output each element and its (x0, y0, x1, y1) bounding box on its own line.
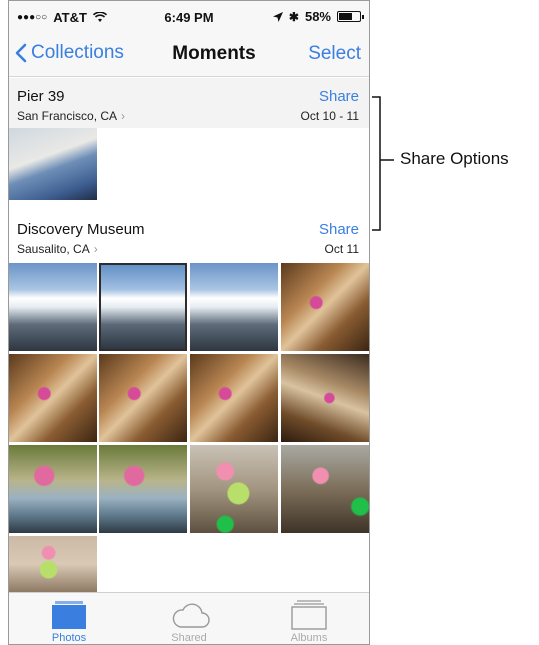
tab-label: Shared (171, 632, 207, 644)
tab-label: Albums (290, 632, 328, 644)
photo-thumbnail[interactable] (190, 354, 278, 442)
moment-location[interactable]: Sausalito, CA › (17, 242, 98, 256)
share-options-bracket (372, 96, 394, 231)
photo-thumbnail[interactable] (281, 263, 369, 351)
photo-thumbnail[interactable] (281, 445, 369, 533)
cloud-icon (172, 603, 210, 628)
moment-header-pier-39[interactable]: Pier 39 San Francisco, CA › Share Oct 10 … (9, 78, 369, 128)
bluetooth-icon: ✱ (288, 9, 299, 24)
photo-thumbnail[interactable] (190, 445, 278, 533)
chevron-right-icon: › (121, 109, 126, 123)
moment-header-discovery-museum[interactable]: Discovery Museum Sausalito, CA › Share Oc… (9, 211, 369, 261)
chevron-right-icon: › (93, 242, 98, 256)
tab-albums[interactable]: Albums (249, 593, 369, 644)
battery-percent: 58% (304, 9, 331, 24)
photo-thumbnail[interactable] (9, 128, 97, 200)
photo-thumbnail[interactable] (99, 445, 187, 533)
moment-location-text: San Francisco, CA (17, 109, 118, 123)
photo-thumbnail[interactable] (190, 263, 278, 351)
battery-fill (339, 13, 352, 20)
photo-thumbnail[interactable] (281, 354, 369, 442)
select-button[interactable]: Select (308, 43, 361, 65)
phone-screen: ●●●○○ AT&T 6:49 PM ✱ 58% Collections Mom… (8, 0, 370, 645)
photo-thumbnail[interactable] (9, 536, 97, 592)
moment-date: Oct 11 (324, 242, 359, 256)
share-button[interactable]: Share (319, 221, 359, 238)
status-right: ✱ 58% (272, 9, 364, 24)
albums-icon (291, 600, 327, 630)
photo-thumbnail[interactable] (9, 445, 97, 533)
battery-icon (337, 11, 364, 22)
location-arrow-icon (272, 11, 283, 22)
moment-date: Oct 10 - 11 (300, 109, 359, 123)
photos-tab-icon (52, 601, 86, 629)
tab-bar: Photos Shared Albums (9, 592, 369, 644)
moment-title: Discovery Museum (17, 221, 145, 238)
photo-thumbnail[interactable] (9, 263, 97, 351)
moment-location-text: Sausalito, CA (17, 242, 90, 256)
photo-thumbnail[interactable] (99, 354, 187, 442)
navigation-bar: Collections Moments Select (9, 33, 369, 77)
photo-thumbnail[interactable] (9, 354, 97, 442)
share-button[interactable]: Share (319, 88, 359, 105)
share-options-annotation: Share Options (400, 149, 509, 168)
photo-thumbnail[interactable] (99, 263, 187, 351)
status-bar: ●●●○○ AT&T 6:49 PM ✱ 58% (9, 1, 369, 33)
tab-photos[interactable]: Photos (9, 593, 129, 644)
moment-location[interactable]: San Francisco, CA › (17, 109, 125, 123)
moment-title: Pier 39 (17, 88, 65, 105)
tab-shared[interactable]: Shared (129, 593, 249, 644)
tab-label: Photos (51, 632, 87, 644)
